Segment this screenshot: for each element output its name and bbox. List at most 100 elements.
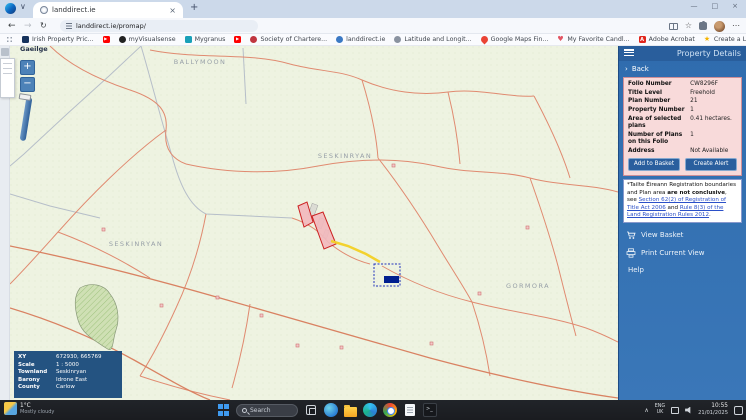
tray-app-icon[interactable] — [671, 407, 679, 414]
print-current-view-item[interactable]: Print Current View — [619, 244, 746, 262]
bookmark-item[interactable]: Society of Chartere... — [250, 36, 327, 43]
address-bar[interactable]: landdirect.ie/promap/ — [60, 20, 258, 32]
menu-hamburger-icon[interactable] — [624, 49, 634, 57]
new-tab-button[interactable]: + — [190, 2, 198, 13]
map-pin-icon — [479, 35, 489, 45]
toolbar-actions: ☆ ⋯ — [669, 20, 740, 32]
collapsed-panel[interactable] — [0, 58, 15, 98]
split-screen-icon[interactable] — [669, 23, 678, 30]
back-button[interactable]: › Back — [619, 61, 746, 76]
taskbar-search[interactable]: Search — [236, 404, 298, 417]
printer-icon — [626, 248, 636, 258]
townland-label: BALLYMOON — [174, 58, 227, 66]
add-to-basket-button[interactable]: Add to Basket — [628, 158, 680, 171]
bookmark-item[interactable] — [103, 36, 110, 43]
bookmark-item[interactable]: Create a Lasting Po... — [704, 36, 746, 43]
townland-label: SESKINRYAN — [318, 152, 372, 160]
heart-icon — [557, 36, 564, 43]
chrome-icon[interactable] — [383, 403, 397, 417]
bookmark-item[interactable]: Google Maps Fin... — [481, 36, 549, 43]
extensions-icon[interactable] — [699, 22, 707, 30]
star-icon — [704, 36, 711, 43]
volume-icon[interactable] — [685, 407, 692, 414]
tab-title: landdirect.ie — [52, 6, 165, 14]
browser-menu-icon[interactable]: ⋯ — [732, 22, 740, 30]
youtube-icon — [103, 36, 110, 43]
map-info-box: XY672930, 665769 Scale1 : 5000 TownlandS… — [14, 351, 122, 398]
youtube-icon — [234, 36, 241, 43]
panel-title: Property Details — [677, 49, 741, 58]
townland-label: GORMORA — [506, 282, 550, 290]
bookmark-item[interactable]: Latitude and Longit... — [394, 36, 471, 43]
browser-tab-strip: ∨ landdirect.ie × + — □ × — [0, 0, 746, 18]
document-app-icon[interactable] — [405, 404, 415, 416]
file-explorer-icon[interactable] — [344, 407, 357, 417]
notification-center-icon[interactable] — [734, 406, 743, 415]
minimize-button[interactable]: — — [691, 2, 698, 10]
weather-icon — [4, 402, 17, 415]
task-view-icon[interactable] — [306, 405, 316, 415]
maximize-button[interactable]: □ — [712, 2, 719, 10]
bookmark-item[interactable]: Adobe Acrobat — [639, 36, 695, 43]
folio-number: CW8296F — [690, 81, 737, 88]
page-left-gutter — [0, 46, 10, 400]
selection-marker[interactable] — [384, 276, 399, 283]
zoom-in-button[interactable]: + — [20, 60, 35, 75]
clock[interactable]: 10:55 21/01/2025 — [698, 403, 728, 416]
acrobat-icon — [639, 36, 646, 43]
panel-header: Property Details — [619, 46, 746, 61]
back-chevron-icon: › — [625, 65, 628, 73]
globe-site-icon — [336, 36, 343, 43]
edge-icon[interactable] — [363, 403, 377, 417]
zoom-out-button[interactable]: − — [20, 77, 35, 92]
globe-site-icon — [394, 36, 401, 43]
crest-site-icon — [250, 36, 257, 43]
site-favicon-icon — [40, 6, 48, 14]
basket-icon — [626, 230, 636, 240]
taskbar-center: Search — [218, 400, 437, 420]
bookmarks-bar: Irish Property Pric... myVisualsense Myg… — [0, 34, 746, 46]
tab-search-icon[interactable]: ∨ — [20, 2, 26, 11]
favorite-star-icon[interactable]: ☆ — [685, 22, 692, 30]
bookmark-item[interactable]: myVisualsense — [119, 36, 176, 43]
view-basket-item[interactable]: View Basket — [619, 226, 746, 244]
back-button[interactable]: ← — [8, 21, 16, 31]
windows-taskbar: 1°C Mostly cloudy Search ∧ ENG UK — [0, 400, 746, 420]
create-alert-button[interactable]: Create Alert — [685, 158, 737, 171]
refresh-button[interactable]: ↻ — [40, 21, 47, 30]
sidebar-toggle-icon[interactable] — [1, 48, 9, 56]
browser-tab[interactable]: landdirect.ie × — [33, 2, 183, 18]
site-info-icon[interactable] — [66, 23, 72, 29]
property-details-panel: Property Details › Back Folio NumberCW82… — [618, 46, 746, 400]
copilot-icon[interactable] — [324, 403, 338, 417]
start-button[interactable] — [218, 404, 230, 416]
search-icon — [242, 408, 247, 413]
tab-close-icon[interactable]: × — [169, 6, 176, 15]
bookmark-item[interactable]: Mygranus — [185, 36, 226, 43]
close-button[interactable]: × — [732, 2, 738, 10]
profile-avatar[interactable] — [714, 21, 725, 32]
bookmark-item[interactable] — [234, 36, 241, 43]
window-controls: — □ × — [691, 2, 739, 10]
map-canvas[interactable]: BALLYMOON SESKINRYAN SESKINRYAN GORMORA — [10, 46, 618, 400]
dark-site-icon — [119, 36, 126, 43]
forward-button[interactable]: → — [24, 21, 32, 31]
teal-site-icon — [185, 36, 192, 43]
terminal-icon[interactable] — [423, 403, 437, 417]
help-item[interactable]: Help — [619, 262, 746, 278]
weather-widget[interactable]: 1°C Mostly cloudy — [4, 402, 54, 415]
folio-summary-box: Folio NumberCW8296F Title LevelFreehold … — [623, 77, 742, 176]
apps-grid-icon[interactable] — [6, 36, 13, 43]
language-link[interactable]: Gaeilge — [20, 45, 48, 53]
language-indicator[interactable]: ENG UK — [655, 404, 665, 415]
bookmark-item[interactable]: landdirect.ie — [336, 36, 385, 43]
bookmark-item[interactable]: Irish Property Pric... — [22, 36, 94, 43]
url-text: landdirect.ie/promap/ — [76, 22, 146, 30]
home-site-icon — [22, 36, 29, 43]
edge-logo-icon[interactable] — [5, 3, 16, 14]
system-tray: ∧ ENG UK 10:55 21/01/2025 — [644, 400, 743, 420]
bookmark-item[interactable]: My Favorite Candl... — [557, 36, 629, 43]
tray-expand-icon[interactable]: ∧ — [644, 407, 648, 414]
screen: ∨ landdirect.ie × + — □ × ← → ↻ landdire… — [0, 0, 746, 420]
townland-label: SESKINRYAN — [109, 240, 163, 248]
